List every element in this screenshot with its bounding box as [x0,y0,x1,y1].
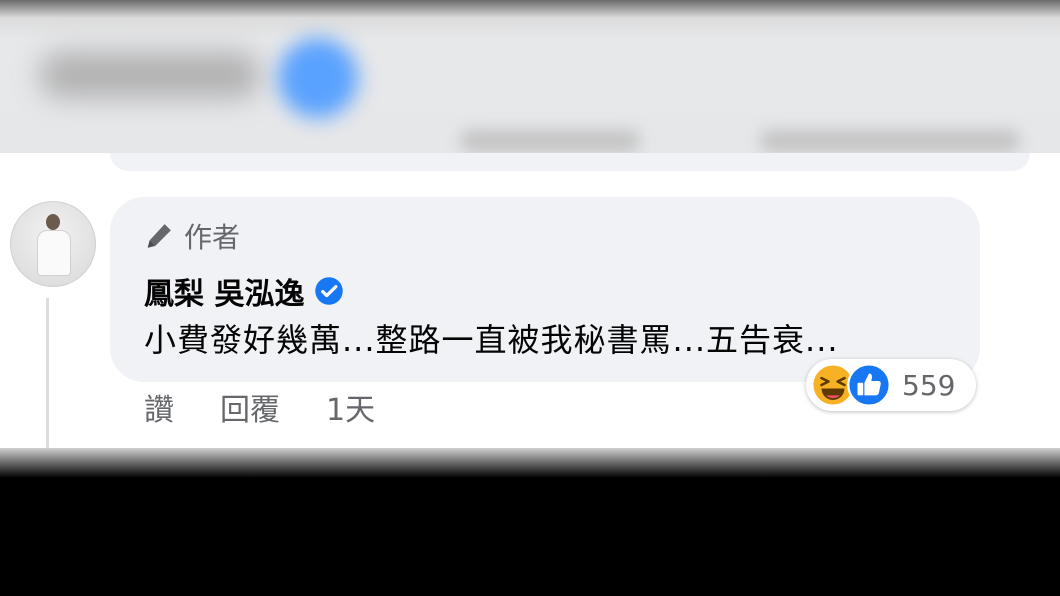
blurred-name [40,52,260,98]
commenter-name-row: 鳳梨 吳泓逸 [144,269,344,313]
avatar-head [46,214,60,230]
verified-badge-icon [315,277,344,305]
reaction-count: 559 [902,368,956,402]
pen-icon [147,224,171,248]
comment-actions: 讚 回覆 1天 [144,385,375,429]
comment-panel: 作者 鳳梨 吳泓逸 小費發好幾萬...整路一直被我秘書罵...五告衰... 55… [0,153,1060,453]
like-icon [847,363,891,407]
avatar[interactable] [10,201,96,287]
commenter-name[interactable]: 鳳梨 吳泓逸 [144,269,304,313]
reply-link[interactable]: 回覆 [220,385,280,429]
author-badge: 作者 [144,219,241,254]
blurred-action [760,130,1020,152]
blurred-verified-badge [278,38,358,118]
like-link[interactable]: 讚 [144,385,174,429]
blurred-action [460,130,640,152]
timestamp[interactable]: 1天 [326,385,375,429]
avatar-body [37,230,71,276]
bottom-fade [0,448,1060,478]
author-label: 作者 [184,221,241,254]
thread-line [46,298,49,448]
blurred-previous-comment [0,0,1060,155]
previous-comment-bubble [110,153,1030,171]
comment-text: 小費發好幾萬...整路一直被我秘書罵...五告衰... [144,321,839,359]
reactions-summary[interactable]: 559 [806,359,976,411]
comment-bubble: 作者 鳳梨 吳泓逸 小費發好幾萬...整路一直被我秘書罵...五告衰... [110,197,980,382]
